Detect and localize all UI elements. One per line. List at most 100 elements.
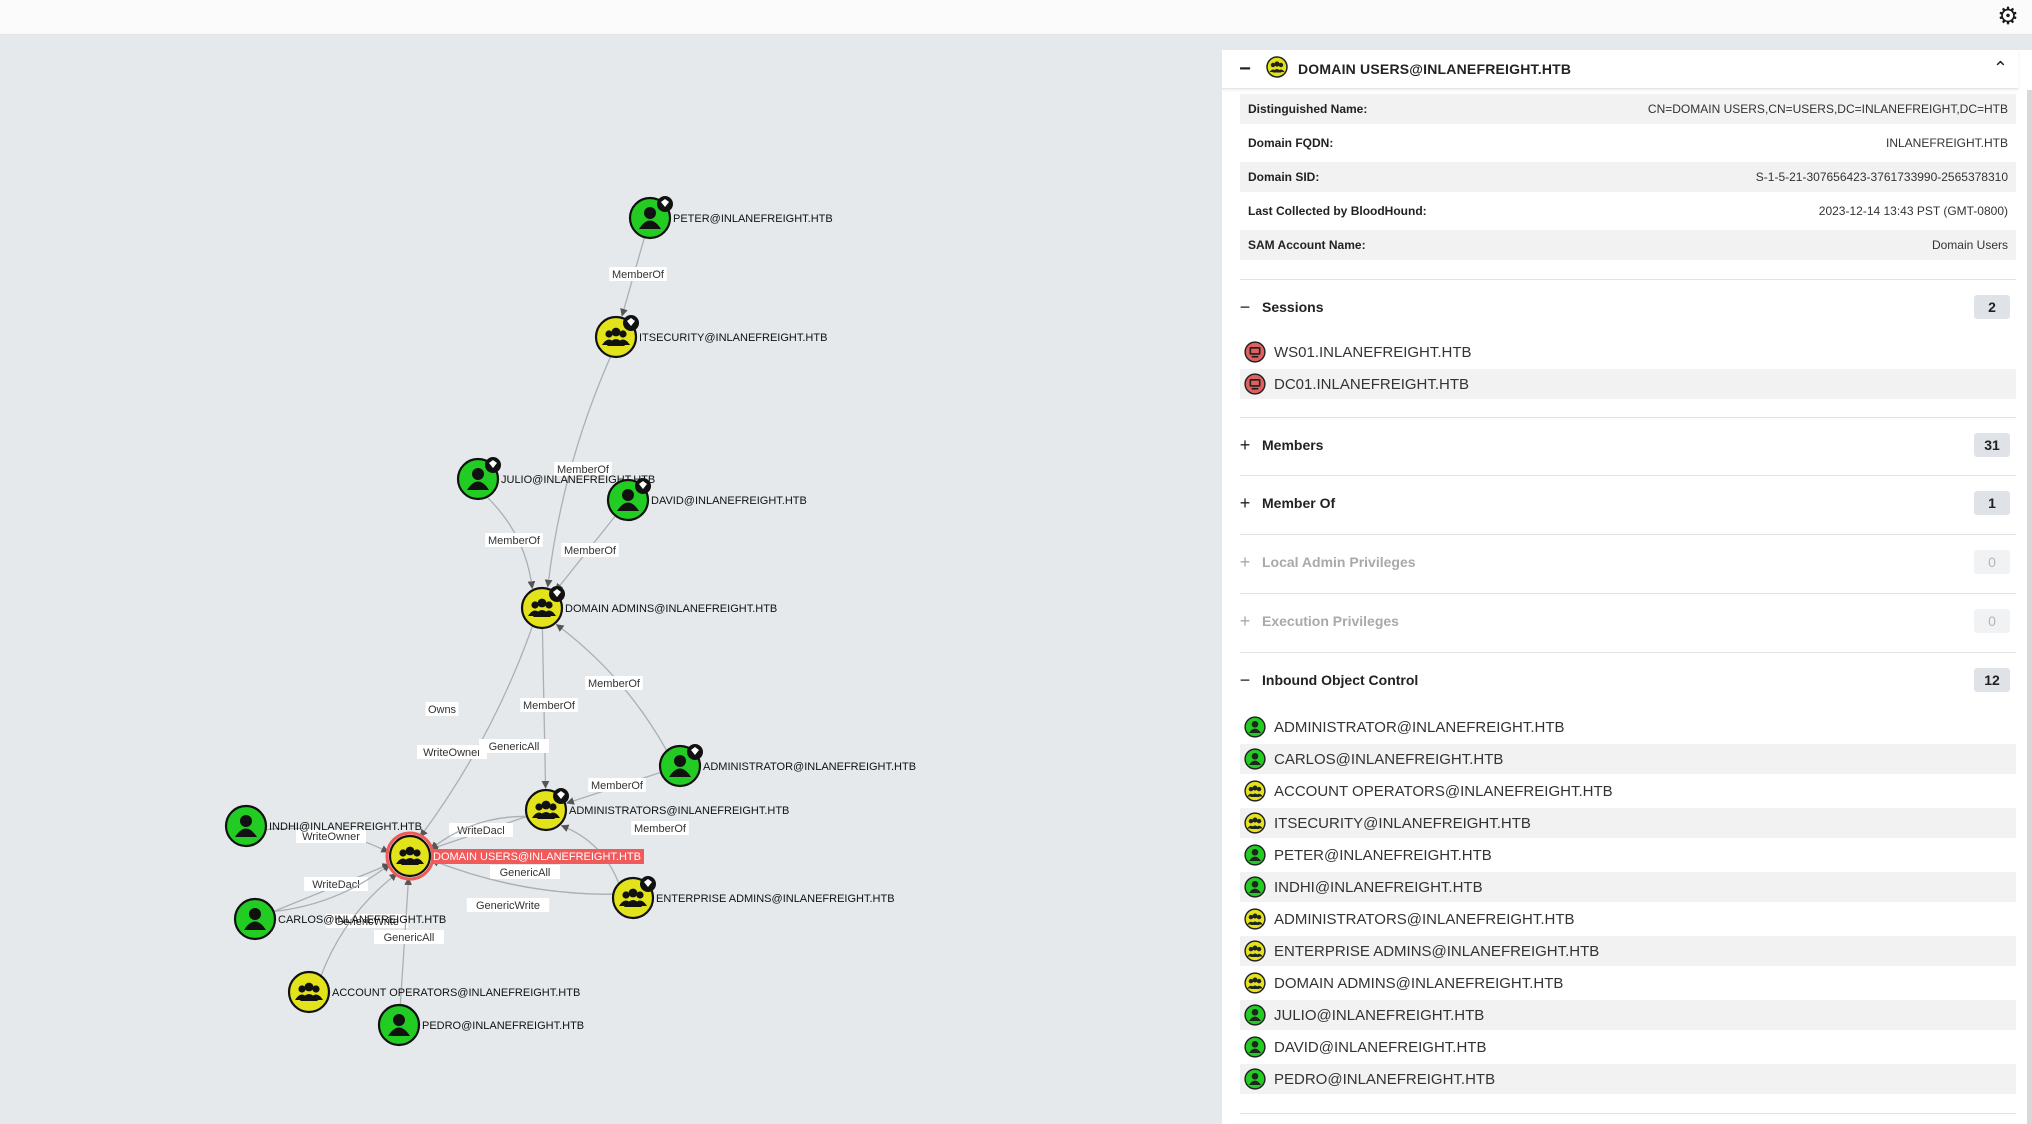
owned-badge-icon <box>553 788 569 804</box>
inbound-item-name: ENTERPRISE ADMINS@INLANEFREIGHT.HTB <box>1274 942 1600 960</box>
node-info-panel: − DOMAIN USERS@INLANEFREIGHT.HTB ⌃ Disti… <box>1222 50 2032 1124</box>
gear-icon[interactable]: ⚙ <box>1994 2 2022 30</box>
user-icon <box>1244 1004 1266 1026</box>
inbound-control-item[interactable]: DOMAIN ADMINS@INLANEFREIGHT.HTB <box>1240 968 2016 998</box>
edge-label: MemberOf <box>523 700 576 712</box>
section-inbound-object-control[interactable]: − Inbound Object Control 12 <box>1236 665 2020 695</box>
graph-canvas[interactable]: MemberOf MemberOf MemberOf MemberOf MemberOf… <box>0 34 1210 1124</box>
edge-label: GenericAll <box>489 741 540 753</box>
edge-label: MemberOf <box>612 269 665 281</box>
group-icon <box>1266 55 1288 83</box>
node-label: CARLOS@INLANEFREIGHT.HTB <box>278 914 446 926</box>
expand-icon: + <box>1239 492 1251 513</box>
expand-icon: + <box>1239 551 1251 572</box>
top-bar: ⚙ <box>0 0 2032 35</box>
user-node[interactable]: DAVID@INLANEFREIGHT.HTB <box>606 478 807 522</box>
session-name: DC01.INLANEFREIGHT.HTB <box>1274 375 1470 393</box>
inbound-control-item[interactable]: DAVID@INLANEFREIGHT.HTB <box>1240 1032 2016 1062</box>
inbound-control-item[interactable]: CARLOS@INLANEFREIGHT.HTB <box>1240 744 2016 774</box>
inbound-item-name: ACCOUNT OPERATORS@INLANEFREIGHT.HTB <box>1274 782 1613 800</box>
property-row: Domain SID: S-1-5-21-307656423-3761733990… <box>1240 162 2016 192</box>
panel-scrollbar[interactable] <box>2027 90 2032 1124</box>
expand-icon: + <box>1239 434 1251 455</box>
inbound-control-item[interactable]: ACCOUNT OPERATORS@INLANEFREIGHT.HTB <box>1240 776 2016 806</box>
property-key: Domain SID: <box>1248 170 1320 184</box>
section-local-admin-privileges[interactable]: + Local Admin Privileges 0 <box>1236 547 2020 577</box>
section-label: Local Admin Privileges <box>1262 554 1416 570</box>
edge-label: GenericWrite <box>476 900 540 912</box>
property-value: S-1-5-21-307656423-3761733990-2565378310 <box>1755 170 2008 184</box>
edge-label: WriteDacl <box>312 879 359 891</box>
user-icon <box>1244 716 1266 738</box>
session-item[interactable]: WS01.INLANEFREIGHT.HTB <box>1240 337 2016 367</box>
count-badge: 12 <box>1974 668 2010 692</box>
inbound-item-name: CARLOS@INLANEFREIGHT.HTB <box>1274 750 1504 768</box>
user-node[interactable]: PEDRO@INLANEFREIGHT.HTB <box>377 1003 584 1047</box>
group-node[interactable]: ACCOUNT OPERATORS@INLANEFREIGHT.HTB <box>287 970 580 1014</box>
inbound-control-item[interactable]: ADMINISTRATORS@INLANEFREIGHT.HTB <box>1240 904 2016 934</box>
inbound-control-item[interactable]: JULIO@INLANEFREIGHT.HTB <box>1240 1000 2016 1030</box>
owned-badge-icon <box>549 586 565 602</box>
owned-badge-icon <box>640 876 656 892</box>
session-name: WS01.INLANEFREIGHT.HTB <box>1274 343 1472 361</box>
divider <box>1240 1113 2016 1114</box>
inbound-item-name: PEDRO@INLANEFREIGHT.HTB <box>1274 1070 1496 1088</box>
group-icon <box>1244 972 1266 994</box>
inbound-item-name: ADMINISTRATORS@INLANEFREIGHT.HTB <box>1274 910 1575 928</box>
section-label: Member Of <box>1262 495 1336 511</box>
group-icon <box>1244 908 1266 930</box>
edge-label: MemberOf <box>634 823 687 835</box>
owned-badge-icon <box>623 315 639 331</box>
divider <box>1240 534 2016 535</box>
section-label: Inbound Object Control <box>1262 672 1419 688</box>
inbound-control-item[interactable]: ADMINISTRATOR@INLANEFREIGHT.HTB <box>1240 712 2016 742</box>
user-icon <box>1244 748 1266 770</box>
collapse-icon: − <box>1239 296 1251 317</box>
owned-badge-icon <box>657 196 673 212</box>
session-item[interactable]: DC01.INLANEFREIGHT.HTB <box>1240 369 2016 399</box>
property-row: Domain FQDN: INLANEFREIGHT.HTB <box>1240 128 2016 158</box>
section-sessions[interactable]: − Sessions 2 <box>1236 292 2020 322</box>
owned-badge-icon <box>485 457 501 473</box>
group-node[interactable]: ENTERPRISE ADMINS@INLANEFREIGHT.HTB <box>611 876 895 920</box>
property-value: CN=DOMAIN USERS,CN=USERS,DC=INLANEFREIGH… <box>1647 102 2008 116</box>
group-node[interactable]: DOMAIN ADMINS@INLANEFREIGHT.HTB <box>520 586 777 630</box>
section-label: Sessions <box>1262 299 1324 315</box>
inbound-control-item[interactable]: INDHI@INLANEFREIGHT.HTB <box>1240 872 2016 902</box>
inbound-control-item[interactable]: ITSECURITY@INLANEFREIGHT.HTB <box>1240 808 2016 838</box>
double-chevron-up-icon[interactable]: ⌃ <box>1993 58 2008 79</box>
inbound-item-name: DOMAIN ADMINS@INLANEFREIGHT.HTB <box>1274 974 1564 992</box>
user-icon <box>1244 844 1266 866</box>
section-member-of[interactable]: + Member Of 1 <box>1236 488 2020 518</box>
inbound-control-item[interactable]: PEDRO@INLANEFREIGHT.HTB <box>1240 1064 2016 1094</box>
edge-label: GenericAll <box>384 932 435 944</box>
panel-collapse-button[interactable]: − <box>1230 58 1260 81</box>
inbound-item-name: INDHI@INLANEFREIGHT.HTB <box>1274 878 1483 896</box>
node-label: DAVID@INLANEFREIGHT.HTB <box>651 495 807 507</box>
property-key: SAM Account Name: <box>1248 238 1366 252</box>
user-node[interactable]: ADMINISTRATOR@INLANEFREIGHT.HTB <box>658 744 916 788</box>
group-node[interactable]: ITSECURITY@INLANEFREIGHT.HTB <box>594 315 827 359</box>
panel-header: − DOMAIN USERS@INLANEFREIGHT.HTB ⌃ <box>1222 50 2018 89</box>
divider <box>1240 475 2016 476</box>
node-label: ADMINISTRATORS@INLANEFREIGHT.HTB <box>569 805 789 817</box>
edge-label: MemberOf <box>588 678 641 690</box>
node-label: ADMINISTRATOR@INLANEFREIGHT.HTB <box>703 761 916 773</box>
section-execution-privileges[interactable]: + Execution Privileges 0 <box>1236 606 2020 636</box>
inbound-control-item[interactable]: PETER@INLANEFREIGHT.HTB <box>1240 840 2016 870</box>
graph-edge[interactable] <box>419 625 534 838</box>
section-members[interactable]: + Members 31 <box>1236 430 2020 460</box>
edge-label: MemberOf <box>488 535 541 547</box>
group-icon <box>1244 780 1266 802</box>
node-label: ENTERPRISE ADMINS@INLANEFREIGHT.HTB <box>656 893 895 905</box>
user-icon <box>1244 876 1266 898</box>
inbound-item-name: PETER@INLANEFREIGHT.HTB <box>1274 846 1492 864</box>
property-value: INLANEFREIGHT.HTB <box>1885 136 2008 150</box>
divider <box>1240 593 2016 594</box>
inbound-item-name: ADMINISTRATOR@INLANEFREIGHT.HTB <box>1274 718 1565 736</box>
inbound-control-item[interactable]: ENTERPRISE ADMINS@INLANEFREIGHT.HTB <box>1240 936 2016 966</box>
user-node[interactable]: PETER@INLANEFREIGHT.HTB <box>628 196 833 240</box>
count-badge: 31 <box>1974 433 2010 457</box>
count-badge: 2 <box>1974 295 2010 319</box>
count-badge: 0 <box>1974 609 2010 633</box>
